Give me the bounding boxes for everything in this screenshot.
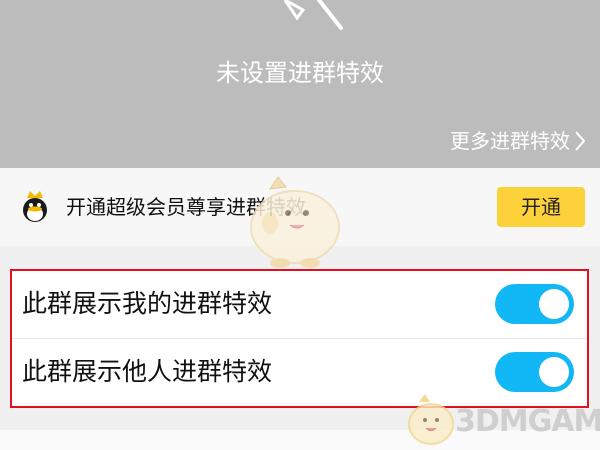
watermark-mascot-icon [408, 394, 454, 445]
mascot-watermark-icon [250, 176, 340, 268]
preview-title: 未设置进群特效 [216, 59, 384, 87]
watermark-text: 3DMGAME [455, 404, 600, 439]
magic-wand-icon [283, 0, 343, 30]
show-others-effect-toggle[interactable] [495, 352, 574, 392]
toggle-knob [539, 357, 569, 387]
setting-row-show-my-effect: 此群展示我的进群特效 [12, 271, 587, 339]
site-watermark: 3DMGAME [405, 392, 600, 450]
setting-label: 此群展示他人进群特效 [22, 357, 273, 386]
more-effects-label: 更多进群特效 [450, 129, 570, 153]
qq-vip-penguin-icon [23, 191, 47, 222]
toggle-knob [539, 289, 569, 319]
show-my-effect-toggle[interactable] [495, 284, 574, 324]
effect-preview-area: 未设置进群特效 更多进群特效 [0, 0, 600, 168]
entry-effect-settings: 此群展示我的进群特效 此群展示他人进群特效 [10, 269, 589, 408]
open-vip-button[interactable]: 开通 [497, 187, 585, 227]
setting-label: 此群展示我的进群特效 [22, 289, 273, 318]
more-effects-link[interactable]: 更多进群特效 [450, 126, 586, 156]
chevron-right-icon [575, 131, 586, 151]
